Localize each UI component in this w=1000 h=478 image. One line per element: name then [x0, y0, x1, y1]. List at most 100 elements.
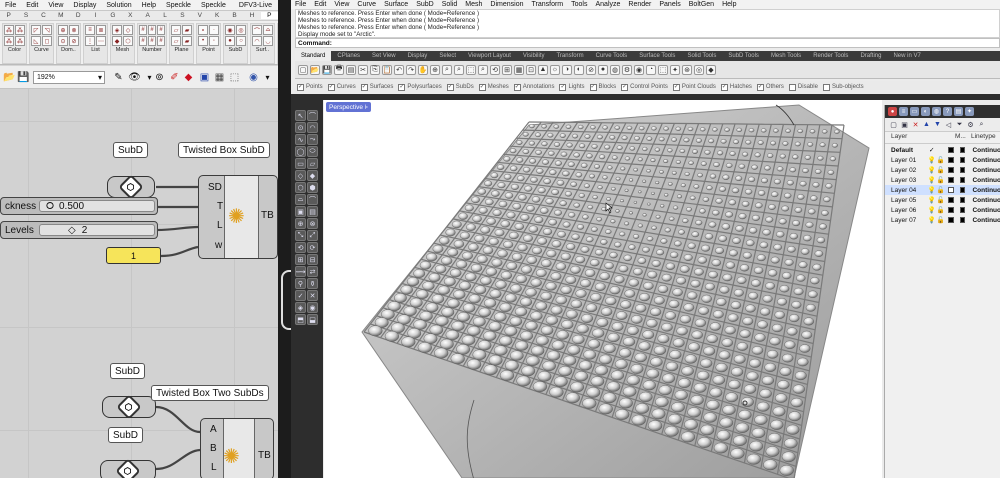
- display-icon[interactable]: ▭: [910, 107, 919, 116]
- move-out-icon[interactable]: ◁: [944, 120, 953, 129]
- gh-menu-display[interactable]: Display: [68, 2, 101, 9]
- side-tool-icon[interactable]: ⚲: [295, 278, 306, 289]
- checkbox[interactable]: ✓: [398, 83, 406, 91]
- speckle-stream-icon[interactable]: ⬚: [228, 71, 241, 84]
- rhino-menu-tools[interactable]: Tools: [567, 1, 591, 8]
- globe-options-icon[interactable]: ▾: [261, 71, 274, 84]
- toolbar-tab-mesh-tools[interactable]: Mesh Tools: [765, 53, 807, 59]
- osnap-disable[interactable]: Disable: [788, 83, 818, 91]
- gh-tab-14[interactable]: H: [243, 12, 260, 19]
- light-bulb-icon[interactable]: 💡: [927, 156, 936, 164]
- ribbon-component-icon[interactable]: ⌒: [252, 25, 262, 35]
- ribbon-component-icon[interactable]: ∙: [209, 25, 219, 35]
- light-bulb-icon[interactable]: 💡: [927, 186, 936, 194]
- gh-menu-view[interactable]: View: [43, 2, 68, 9]
- checkbox[interactable]: ✓: [720, 83, 728, 91]
- rhino-menu-boltgen[interactable]: BoltGen: [685, 1, 718, 8]
- ribbon-component-icon[interactable]: ⊕: [58, 25, 68, 35]
- checkbox[interactable]: [788, 83, 796, 91]
- thickness-track[interactable]: ⭘ 0.500: [39, 200, 155, 212]
- layer-row[interactable]: Layer 01 💡 🔓 Continuo: [885, 155, 1000, 165]
- checkbox[interactable]: ✓: [446, 83, 454, 91]
- color-swatch[interactable]: [948, 167, 954, 173]
- toolbar-tab-set-view[interactable]: Set View: [366, 53, 402, 59]
- speckle-send-icon[interactable]: ▣: [198, 71, 211, 84]
- checkbox[interactable]: ✓: [756, 83, 764, 91]
- material-swatch[interactable]: [959, 177, 966, 183]
- gh-canvas[interactable]: SubD ⬡ Twisted Box SubD SD T L w ✺ TB ck…: [0, 89, 278, 478]
- ribbon-component-icon[interactable]: ≣: [96, 25, 106, 35]
- ribbon-component-icon[interactable]: ◎: [236, 25, 246, 35]
- star-icon[interactable]: ✦: [670, 64, 680, 75]
- layer-name[interactable]: Layer 01: [885, 157, 927, 164]
- side-tool-icon[interactable]: ▱: [307, 158, 318, 169]
- new-icon[interactable]: ▢: [298, 64, 308, 75]
- side-tool-icon[interactable]: ⤡: [295, 230, 306, 241]
- output-tb[interactable]: TB: [261, 210, 274, 221]
- ribbon-component-icon[interactable]: ▱: [171, 25, 181, 35]
- layer-linetype[interactable]: Continuo: [968, 167, 1000, 174]
- grid-icon[interactable]: ▦: [514, 64, 524, 75]
- search-icon[interactable]: ⌕: [977, 120, 986, 129]
- color-swatch[interactable]: [948, 207, 954, 213]
- side-tool-icon[interactable]: ◉: [307, 302, 318, 313]
- ribbon-component-icon[interactable]: ⊘: [69, 36, 79, 46]
- light-bulb-icon[interactable]: 💡: [927, 166, 936, 174]
- ribbon-component-icon[interactable]: ▰: [182, 36, 192, 46]
- side-tool-icon[interactable]: ⌒: [307, 110, 318, 121]
- input-sd[interactable]: SD: [208, 182, 222, 193]
- ribbon-component-icon[interactable]: ⁂: [15, 25, 25, 35]
- cut-icon[interactable]: ✂: [358, 64, 368, 75]
- side-tool-icon[interactable]: ⌒: [307, 194, 318, 205]
- ribbon-component-icon[interactable]: ⁂: [4, 25, 14, 35]
- ribbon-component-icon[interactable]: ◉: [225, 25, 235, 35]
- ribbon-component-icon[interactable]: ⁂: [15, 36, 25, 46]
- delete-layer-icon[interactable]: ✕: [911, 120, 920, 129]
- light-bulb-icon[interactable]: 💡: [927, 206, 936, 214]
- zoom-extents-icon[interactable]: ⬚: [466, 64, 476, 75]
- gh-tab-1[interactable]: S: [17, 12, 34, 19]
- gh-menu-speckle[interactable]: Speckle: [161, 2, 196, 9]
- rhino-menu-surface[interactable]: Surface: [380, 1, 412, 8]
- side-tool-icon[interactable]: ↖: [295, 110, 306, 121]
- color-swatch[interactable]: [948, 217, 954, 223]
- layer-row[interactable]: Layer 04 💡 🔓 Continuo: [885, 185, 1000, 195]
- paste-icon[interactable]: 📋: [382, 64, 392, 75]
- color-swatch[interactable]: [948, 187, 954, 193]
- layer-linetype[interactable]: Continuo: [968, 207, 1000, 214]
- side-tool-icon[interactable]: ◯: [295, 146, 306, 157]
- side-tool-icon[interactable]: ▣: [295, 206, 306, 217]
- lock-icon[interactable]: 🔓: [936, 156, 945, 164]
- material-swatch[interactable]: [959, 167, 966, 173]
- col-layer[interactable]: Layer: [885, 133, 955, 143]
- layer-row[interactable]: Layer 02 💡 🔓 Continuo: [885, 165, 1000, 175]
- toolbar-tab-subd-tools[interactable]: SubD Tools: [722, 53, 765, 59]
- undo-view-icon[interactable]: ⟲: [490, 64, 500, 75]
- side-tool-icon[interactable]: ⊕: [295, 218, 306, 229]
- lock-icon[interactable]: 🔓: [936, 176, 945, 184]
- divider-handle[interactable]: [281, 270, 291, 330]
- gh-tab-0[interactable]: P: [0, 12, 17, 19]
- twisted-box-subd-component[interactable]: SD T L w ✺ TB: [198, 175, 278, 259]
- checkbox[interactable]: ✓: [589, 83, 597, 91]
- speckle-receive-icon[interactable]: ▦: [213, 71, 226, 84]
- layer-name[interactable]: Default: [885, 147, 927, 154]
- gh-menu-help[interactable]: Help: [137, 2, 161, 9]
- properties-icon[interactable]: ●: [888, 107, 897, 116]
- rhino-menu-subd[interactable]: SubD: [412, 1, 438, 8]
- side-tool-icon[interactable]: ◆: [307, 170, 318, 181]
- osnap-surfaces[interactable]: ✓ Surfaces: [360, 83, 393, 91]
- layer-linetype[interactable]: Continuo: [968, 217, 1000, 224]
- filter-icon[interactable]: ⏷: [955, 120, 964, 129]
- checkbox[interactable]: ✓: [478, 83, 486, 91]
- pencil-icon[interactable]: ✐: [168, 71, 181, 84]
- layer-linetype[interactable]: Continuo: [968, 147, 1000, 154]
- toolbar-tab-solid-tools[interactable]: Solid Tools: [681, 53, 722, 59]
- checkbox[interactable]: ✓: [672, 83, 680, 91]
- snap-icon[interactable]: ⊛: [682, 64, 692, 75]
- osnap-points[interactable]: ✓ Points: [297, 83, 323, 91]
- input-w[interactable]: w: [215, 240, 222, 251]
- osnap-curves[interactable]: ✓ Curves: [327, 83, 356, 91]
- osnap-point-clouds[interactable]: ✓ Point Clouds: [672, 83, 716, 91]
- subd-param-mid[interactable]: ⬡: [102, 394, 156, 420]
